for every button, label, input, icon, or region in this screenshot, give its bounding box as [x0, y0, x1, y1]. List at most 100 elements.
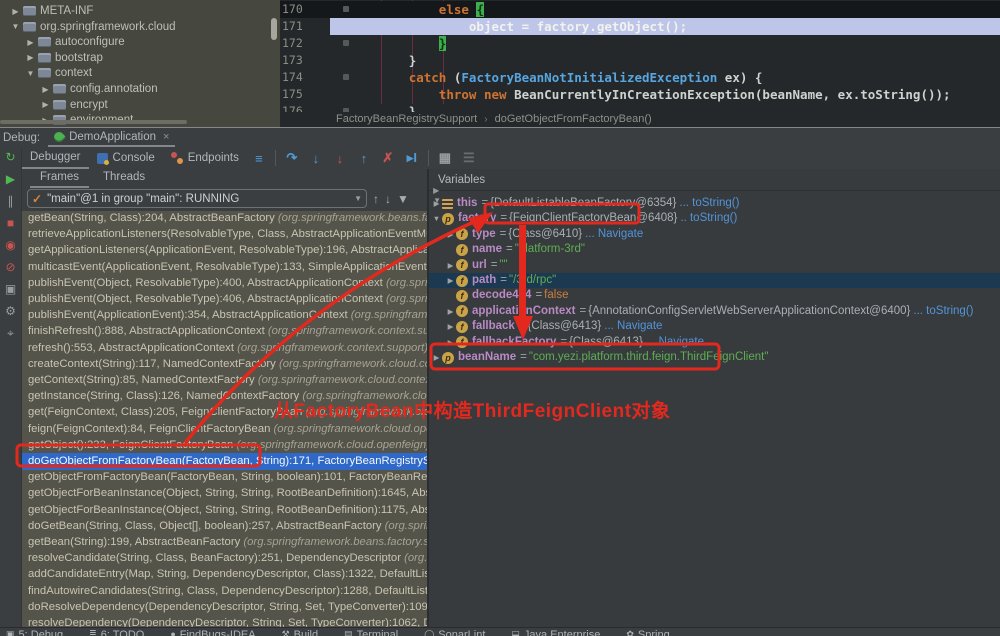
chevron-expanded-icon[interactable]: ▼: [10, 22, 21, 31]
chevron-collapsed-icon[interactable]: ▶: [445, 273, 456, 288]
chevron-expanded-icon[interactable]: ▼: [431, 211, 442, 226]
statusbar-item-sonarlint[interactable]: ◯ SonarLint: [424, 629, 485, 636]
thread-dump-icon[interactable]: ▣: [5, 279, 16, 301]
tree-item-autoconfigure[interactable]: ▶ autoconfigure: [0, 34, 124, 50]
splitter-right-icon[interactable]: ▶: [433, 186, 441, 196]
rerun-debug-icon[interactable]: ↻: [5, 147, 15, 169]
stack-frame-row[interactable]: doResolveDependency(DependencyDescriptor…: [22, 599, 427, 616]
statusbar-item-java-enterprise[interactable]: ⬓ Java Enterprise: [511, 629, 600, 636]
stack-frame-row[interactable]: resolveDependency(DependencyDescriptor, …: [22, 615, 427, 627]
variable-row-fallback[interactable]: ▶ f fallback = {Class@6413}... Navigate: [429, 319, 1000, 334]
stack-frame-row[interactable]: getBean(String):199, AbstractBeanFactory…: [22, 534, 427, 551]
drop-frame-icon[interactable]: ✗: [376, 150, 400, 166]
stack-frame-row[interactable]: resolveCandidate(String, Class, BeanFact…: [22, 550, 427, 567]
stack-frame-row[interactable]: retrieveApplicationListeners(ResolvableT…: [22, 226, 427, 243]
stack-frame-row[interactable]: publishEvent(ApplicationEvent):354, Abst…: [22, 307, 427, 324]
run-to-cursor-icon[interactable]: ▸I: [400, 150, 424, 166]
stack-frame-row[interactable]: getObject():233, FeignClientFactoryBean …: [22, 437, 427, 454]
stop-icon[interactable]: ■: [7, 213, 14, 235]
pause-icon[interactable]: ∥: [8, 191, 14, 213]
stack-frame-row[interactable]: getObjectForBeanInstance(Object, String,…: [22, 485, 427, 502]
step-into-icon[interactable]: ↓: [304, 151, 328, 166]
stack-frame-row[interactable]: publishEvent(Object, ResolvableType):400…: [22, 275, 427, 292]
project-vertical-scrollbar[interactable]: [271, 18, 277, 40]
stack-frame-row[interactable]: finishRefresh():888, AbstractApplication…: [22, 323, 427, 340]
chevron-expanded-icon[interactable]: ▼: [25, 69, 36, 78]
stack-frame-row[interactable]: getApplicationListeners(ApplicationEvent…: [22, 242, 427, 259]
stack-frame-row[interactable]: feign(FeignContext):84, FeignClientFacto…: [22, 421, 427, 438]
tree-item-meta-inf[interactable]: ▶ META-INF: [0, 3, 93, 19]
tree-item-bootstrap[interactable]: ▶ bootstrap: [0, 50, 103, 66]
chevron-collapsed-icon[interactable]: ▶: [445, 335, 456, 350]
variable-row-url[interactable]: ▶ f url = "": [429, 258, 1000, 273]
variable-row-factory[interactable]: ▼ p factory = {FeignClientFactoryBean@6408}.…: [429, 211, 1000, 226]
statusbar-item-6-todo[interactable]: ≣ 6: TODO: [89, 629, 144, 636]
tab-threads[interactable]: Threads: [93, 169, 155, 188]
chevron-collapsed-icon[interactable]: ▶: [40, 85, 51, 94]
tree-item-org-springframework-cloud[interactable]: ▼ org.springframework.cloud: [0, 19, 176, 35]
fold-marker-icon[interactable]: [343, 40, 349, 46]
variable-action-link[interactable]: ... Navigate: [604, 319, 662, 334]
frame-up-icon[interactable]: ↑: [373, 192, 379, 206]
variable-row-fallbackFactory[interactable]: ▶ f fallbackFactory = {Class@6413}... Naviga…: [429, 335, 1000, 350]
variable-row-this[interactable]: ▶ this = {DefaultListableBeanFactory@6354}.…: [429, 196, 1000, 211]
variable-action-link[interactable]: ... toString(): [679, 196, 739, 211]
fold-marker-icon[interactable]: [343, 6, 349, 12]
breadcrumb[interactable]: FactoryBeanRegistrySupport › doGetObjectFr…: [280, 112, 1000, 127]
statusbar-item-terminal[interactable]: ▤ Terminal: [344, 629, 398, 636]
force-step-into-icon[interactable]: ↓: [328, 151, 352, 166]
stack-frame-row[interactable]: getInstance(String, Class):126, NamedCon…: [22, 388, 427, 405]
tab-debugger[interactable]: Debugger: [22, 147, 89, 169]
mute-breakpoints-icon[interactable]: ⊘: [5, 257, 15, 279]
code-editor[interactable]: 170 else {171 object = factory.getObject…: [280, 0, 1000, 127]
chevron-collapsed-icon[interactable]: ▶: [445, 258, 456, 273]
tab-endpoints[interactable]: Endpoints: [163, 147, 247, 169]
stack-frame-row[interactable]: getContext(String):85, NamedContextFacto…: [22, 372, 427, 389]
variable-row-decode404[interactable]: f decode404 = false: [429, 288, 1000, 303]
frame-down-icon[interactable]: ↓: [385, 192, 391, 206]
stack-frame-row[interactable]: findAutowireCandidates(String, Class, De…: [22, 583, 427, 600]
splitter-down-icon[interactable]: ▼: [433, 196, 441, 206]
stack-frame-row[interactable]: get(FeignContext, Class):205, FeignClien…: [22, 404, 427, 421]
variable-action-link[interactable]: ... Navigate: [585, 227, 643, 242]
step-over-icon[interactable]: ↷: [280, 150, 304, 166]
variable-action-link[interactable]: .. toString(): [680, 211, 737, 226]
variable-action-link[interactable]: ... toString(): [913, 304, 973, 319]
statusbar-item-build[interactable]: ⚒ Build: [282, 629, 319, 636]
stack-frame-row[interactable]: multicastEvent(ApplicationEvent, Resolva…: [22, 259, 427, 276]
splitter-arrows[interactable]: ▶ ▼: [433, 186, 441, 206]
tree-item-encrypt[interactable]: ▶ encrypt: [0, 97, 107, 113]
resume-icon[interactable]: ▶: [6, 169, 15, 191]
view-breakpoints-icon[interactable]: ◉: [5, 235, 15, 257]
tab-console[interactable]: Console: [89, 147, 163, 169]
tab-frames[interactable]: Frames: [30, 169, 89, 188]
stack-frame-row[interactable]: refresh():553, AbstractApplicationContex…: [22, 340, 427, 357]
variable-row-path[interactable]: ▶ f path = "/3rd/rpc": [429, 273, 1000, 288]
show-execution-point-icon[interactable]: ≡: [247, 151, 271, 166]
chevron-collapsed-icon[interactable]: ▶: [10, 7, 21, 16]
breadcrumb-method[interactable]: doGetObjectFromFactoryBean(): [495, 113, 652, 125]
project-horizontal-scrollbar[interactable]: [0, 120, 187, 124]
thread-selector[interactable]: ✓ "main"@1 in group "main": RUNNING ▼: [27, 189, 367, 208]
pin-icon[interactable]: ⌖: [7, 323, 14, 345]
chevron-collapsed-icon[interactable]: ▶: [431, 350, 442, 365]
fold-marker-icon[interactable]: [343, 74, 349, 80]
stack-frame-row[interactable]: getObjectForBeanInstance(Object, String,…: [22, 502, 427, 519]
breadcrumb-class[interactable]: FactoryBeanRegistrySupport: [336, 113, 477, 125]
chevron-collapsed-icon[interactable]: ▶: [25, 38, 36, 47]
settings-gear-icon[interactable]: ⚙: [5, 301, 16, 323]
variable-row-name[interactable]: f name = "platform-3rd": [429, 242, 1000, 257]
stack-frame-row[interactable]: getBean(String, Class):204, AbstractBean…: [22, 211, 427, 227]
stack-frame-row[interactable]: getObjectFromFactoryBean(FactoryBean, St…: [22, 469, 427, 486]
step-out-icon[interactable]: ↑: [352, 151, 376, 166]
statusbar-item-findbugs-idea[interactable]: ● FindBugs-IDEA: [170, 629, 255, 636]
stack-frame-row[interactable]: addCandidateEntry(Map, String, Dependenc…: [22, 566, 427, 583]
stack-frame-row[interactable]: publishEvent(Object, ResolvableType):406…: [22, 291, 427, 308]
tree-item-context[interactable]: ▼ context: [0, 65, 93, 81]
filter-frames-icon[interactable]: ▼: [397, 192, 409, 206]
session-tab-demoapplication[interactable]: DemoApplication ×: [48, 129, 176, 147]
chevron-collapsed-icon[interactable]: ▶: [25, 53, 36, 62]
variable-row-beanName[interactable]: ▶ p beanName = "com.yezi.platform.third.feig…: [429, 350, 1000, 365]
chevron-collapsed-icon[interactable]: ▶: [40, 100, 51, 109]
close-icon[interactable]: ×: [163, 131, 169, 143]
